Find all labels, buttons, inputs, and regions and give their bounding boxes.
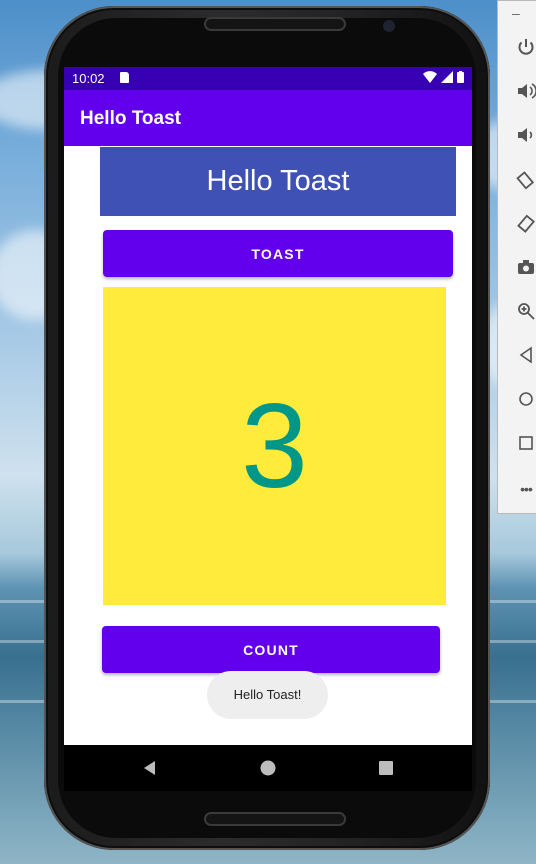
- volume-up-icon[interactable]: [514, 81, 536, 105]
- wifi-icon: [423, 71, 437, 83]
- device-screen: 10:02 Hello Toast Hello Toast TOAST 3 CO…: [64, 67, 472, 745]
- minimize-button[interactable]: –: [512, 5, 520, 21]
- sd-card-icon: [120, 72, 129, 83]
- battery-icon: [457, 71, 464, 83]
- back-icon[interactable]: [514, 345, 536, 369]
- home-icon[interactable]: [514, 389, 536, 413]
- status-icons: [423, 71, 464, 83]
- app-bar: Hello Toast: [64, 90, 472, 146]
- count-button[interactable]: COUNT: [102, 626, 440, 673]
- front-camera: [383, 20, 395, 32]
- zoom-icon[interactable]: [514, 301, 536, 325]
- toast-button[interactable]: TOAST: [103, 230, 453, 277]
- app-title: Hello Toast: [80, 108, 181, 129]
- volume-down-icon[interactable]: [514, 125, 536, 149]
- count-display: 3: [103, 287, 446, 605]
- rotate-left-icon[interactable]: [514, 169, 536, 193]
- status-bar: 10:02: [64, 67, 472, 90]
- top-speaker: [204, 17, 346, 31]
- toast-message: Hello Toast!: [207, 671, 328, 719]
- navigation-bar: [64, 745, 472, 791]
- camera-icon[interactable]: [514, 257, 536, 281]
- emulator-toolbar: – •••: [497, 0, 536, 514]
- power-icon[interactable]: [514, 37, 536, 61]
- more-icon[interactable]: •••: [514, 477, 536, 501]
- status-time: 10:02: [72, 71, 105, 86]
- rotate-right-icon[interactable]: [514, 213, 536, 237]
- overview-icon[interactable]: [514, 433, 536, 457]
- nav-recents-icon[interactable]: [377, 759, 395, 777]
- bottom-speaker: [204, 812, 346, 826]
- signal-icon: [441, 71, 453, 83]
- nav-back-icon[interactable]: [141, 759, 159, 777]
- nav-home-icon[interactable]: [259, 759, 277, 777]
- hello-banner: Hello Toast: [100, 147, 456, 216]
